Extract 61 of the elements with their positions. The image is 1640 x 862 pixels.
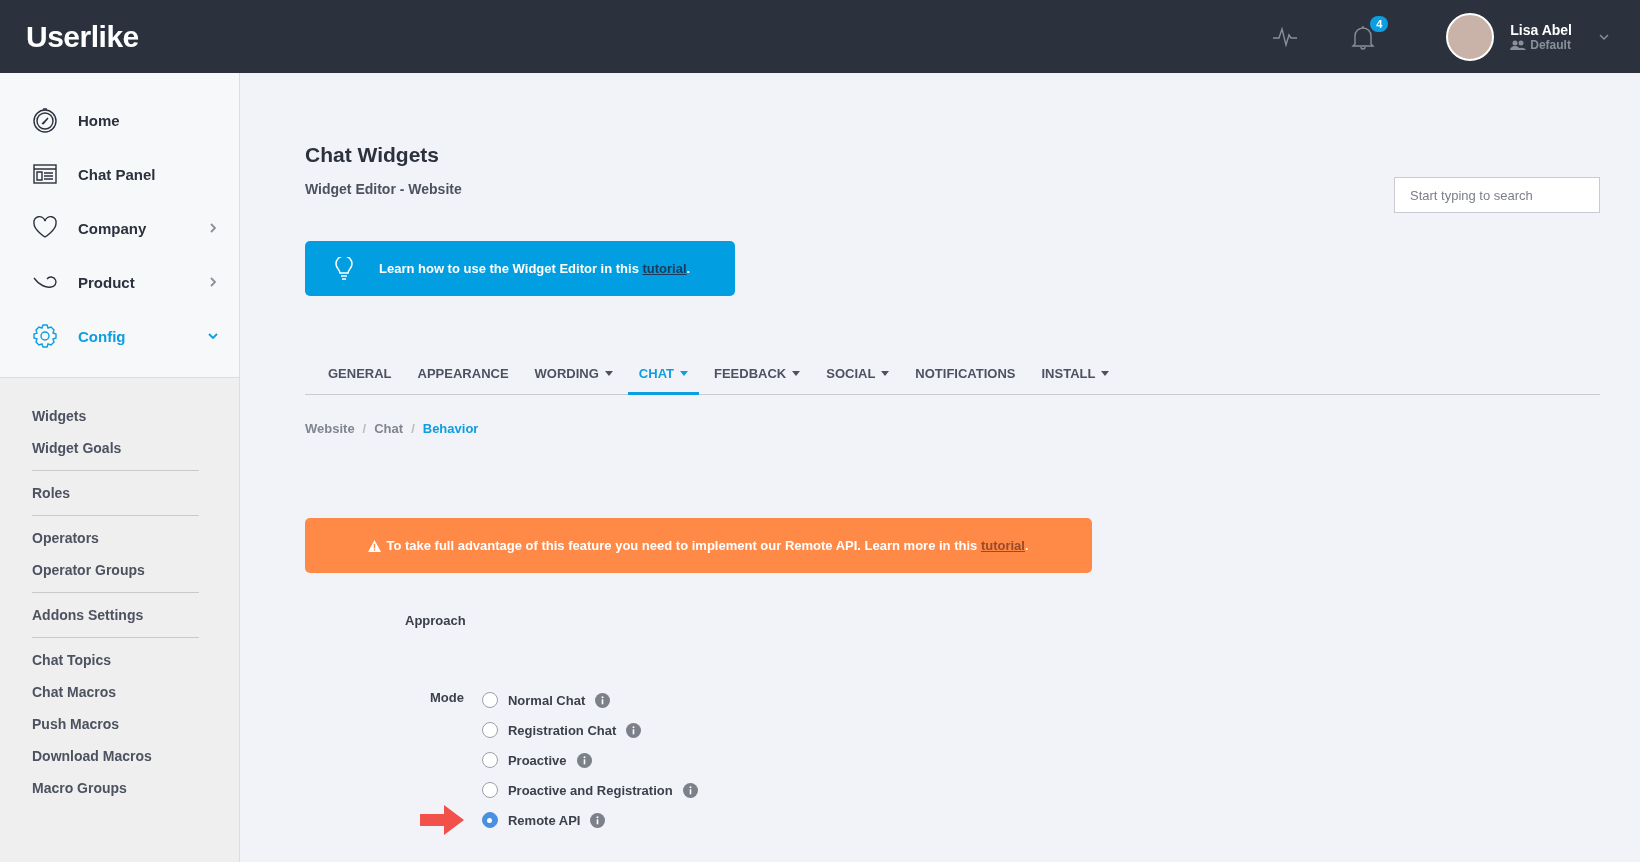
submenu-item[interactable]: Download Macros [32, 740, 199, 772]
logo[interactable]: Userlike [26, 19, 139, 54]
submenu-item[interactable]: Chat Macros [32, 676, 199, 708]
info-icon [576, 752, 592, 768]
option-label: Proactive [507, 752, 567, 768]
radio-button[interactable] [481, 752, 498, 768]
tab[interactable]: GENERAL [317, 354, 403, 395]
tab[interactable]: FEEDBACK [703, 354, 812, 395]
breadcrumb-separator: / [362, 421, 367, 436]
info-icon [682, 782, 698, 798]
info-icon [595, 692, 611, 708]
tab[interactable]: NOTIFICATIONS [904, 354, 1027, 395]
nav-item[interactable]: Home [0, 93, 239, 147]
field-label: Mode [430, 690, 464, 705]
user-role: Default [1530, 37, 1571, 52]
page-subtitle: Widget Editor - Website [305, 181, 462, 197]
compass-icon [32, 107, 58, 133]
submenu-item[interactable]: Widgets [32, 400, 199, 432]
tab[interactable]: WORDING [523, 354, 624, 395]
radio-button[interactable] [481, 722, 498, 738]
option-label: Remote API [507, 812, 581, 828]
nav-item[interactable]: Product [0, 255, 239, 309]
settings-icon [32, 323, 58, 349]
breadcrumb-link[interactable]: Website [305, 421, 355, 436]
pulse-icon[interactable] [1272, 26, 1299, 47]
info-icon [626, 722, 642, 738]
radio-button[interactable] [481, 782, 498, 798]
section-label: Approach [405, 613, 467, 628]
option-label: Registration Chat [507, 722, 617, 738]
search-field[interactable]: Start typing to search [1394, 177, 1600, 213]
radio-button[interactable] [481, 692, 498, 708]
option-label: Proactive and Registration [507, 782, 673, 798]
submenu-item[interactable]: Operator Groups [32, 554, 199, 586]
submenu-item[interactable]: Push Macros [32, 708, 199, 740]
window-icon [32, 161, 58, 187]
option-label: Normal Chat [507, 692, 586, 708]
tab[interactable]: SOCIAL [815, 354, 901, 395]
tip-text: Learn how to use the Widget Editor in this tutorial. [379, 261, 691, 276]
submenu-item[interactable]: Roles [32, 477, 199, 509]
user-name: Lisa Abel [1510, 21, 1572, 38]
submenu-item[interactable]: Operators [32, 522, 199, 554]
users-icon [1510, 39, 1527, 50]
notification-badge: 4 [1370, 15, 1389, 32]
warning-text: To take full advantage of this feature you need to implement our Remote API. Learn more in this tutorial. [386, 538, 1029, 553]
tab[interactable]: INSTALL [1030, 354, 1121, 395]
submenu-item[interactable]: Widget Goals [32, 432, 199, 464]
tutorial-link[interactable]: tutorial [642, 261, 687, 276]
page-title: Chat Widgets [305, 143, 440, 167]
submenu-item[interactable]: Chat Topics [32, 644, 199, 676]
submenu-item[interactable]: Addons Settings [32, 599, 199, 631]
submenu-item[interactable]: Macro Groups [32, 772, 199, 804]
breadcrumb-separator: / [411, 421, 415, 436]
nav-item[interactable]: Company [0, 201, 239, 255]
radio-button[interactable] [481, 812, 498, 828]
nav-item[interactable]: Chat Panel [0, 147, 239, 201]
warning-icon [368, 539, 382, 552]
bell-icon[interactable] [1350, 23, 1377, 50]
heart-icon [32, 215, 58, 241]
tab[interactable]: APPEARANCE [406, 354, 520, 395]
lightbulb-icon [335, 256, 353, 281]
info-icon [590, 812, 606, 828]
